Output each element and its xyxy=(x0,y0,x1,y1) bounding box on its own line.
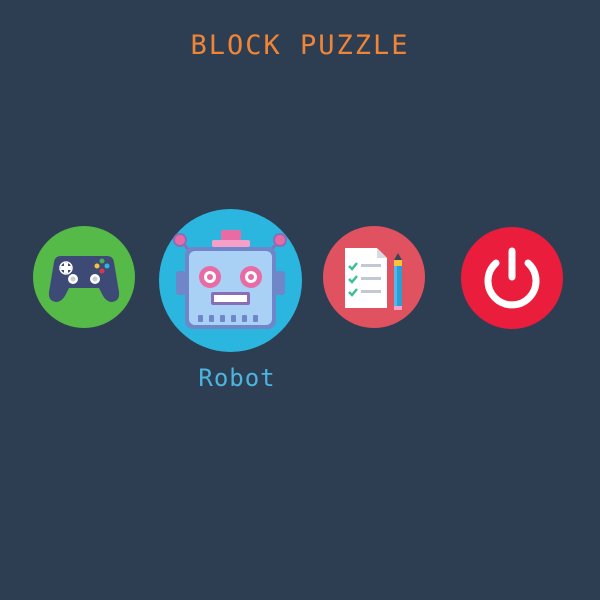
gamepad-icon xyxy=(33,226,135,328)
game-title: BLOCK PUZZLE xyxy=(190,30,410,61)
selected-item-label: Robot xyxy=(198,364,276,392)
main-menu-screen: BLOCK PUZZLE Robot xyxy=(0,0,600,600)
tasks-button[interactable] xyxy=(323,226,425,328)
checklist-pencil-icon xyxy=(323,226,425,328)
robot-button[interactable] xyxy=(159,209,302,352)
play-button[interactable] xyxy=(33,226,135,328)
quit-button[interactable] xyxy=(461,227,563,329)
power-icon xyxy=(461,227,563,329)
robot-icon xyxy=(159,209,302,352)
